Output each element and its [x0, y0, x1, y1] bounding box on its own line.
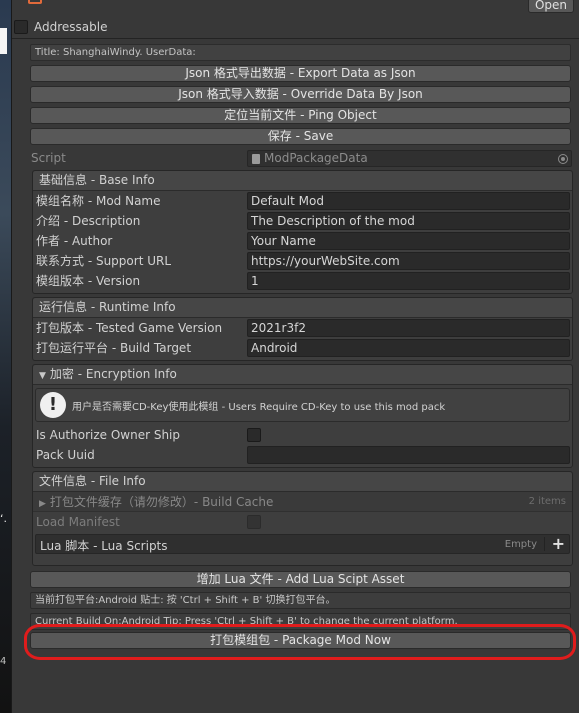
add-element-plus-icon[interactable]: + — [552, 534, 565, 553]
open-button[interactable]: Open — [528, 0, 574, 13]
encryption-info-section: ▼ 加密 - Encryption Info ! 用户是否需要CD-Key使用此模… — [32, 364, 573, 468]
addressable-checkbox[interactable] — [14, 20, 28, 34]
build-target-field[interactable]: Android — [247, 339, 570, 357]
prop-row-build-target: 打包运行平台 - Build Target Android — [33, 338, 572, 358]
build-cache-foldout[interactable]: ▶ 打包文件缓存（请勿修改）- Build Cache 2 items — [33, 492, 572, 512]
prop-row-description: 介绍 - Description The Description of the … — [33, 211, 572, 231]
script-file-icon — [252, 154, 260, 164]
prop-row-support-url: 联系方式 - Support URL https://yourWebSite.c… — [33, 251, 572, 271]
title-box: Title: ShanghaiWindy. UserData: — [30, 44, 571, 61]
scene-highlight — [0, 28, 7, 54]
build-target-label: 打包运行平台 - Build Target — [36, 341, 192, 355]
game-version-label: 打包版本 - Tested Game Version — [36, 321, 223, 335]
platform-note: 当前打包平台:Android 贴士: 按 'Ctrl + Shift + B' … — [30, 592, 571, 609]
help-text: 用户是否需要CD-Key使用此模组 - Users Require CD-Key… — [72, 402, 446, 413]
support-url-field[interactable]: https://yourWebSite.com — [247, 252, 570, 270]
runtime-info-header: 运行信息 - Runtime Info — [33, 298, 572, 318]
pack-uuid-label: Pack Uuid — [36, 448, 95, 462]
mod-name-label: 模组名称 - Mod Name — [36, 194, 161, 208]
object-picker-icon[interactable] — [558, 154, 568, 164]
lua-scripts-list[interactable]: Lua 脚本 - Lua Scripts Empty + — [35, 534, 570, 554]
script-field[interactable]: ModPackageData — [247, 150, 572, 167]
script-label: Script — [31, 151, 66, 165]
authorize-label: Is Authorize Owner Ship — [36, 428, 181, 442]
encryption-foldout[interactable]: ▼ 加密 - Encryption Info — [33, 365, 572, 385]
script-value: ModPackageData — [264, 151, 368, 165]
description-label: 介绍 - Description — [36, 214, 141, 228]
help-box: ! 用户是否需要CD-Key使用此模组 - Users Require CD-K… — [35, 388, 570, 422]
ping-object-button[interactable]: 定位当前文件 - Ping Object — [30, 107, 571, 124]
file-info-section: 文件信息 - File Info ▶ 打包文件缓存（请勿修改）- Build Ca… — [32, 471, 573, 566]
prop-row-version: 模组版本 - Version 1 — [33, 271, 572, 291]
prop-row-mod-name: 模组名称 - Mod Name Default Mod — [33, 191, 572, 211]
prop-row-game-version: 打包版本 - Tested Game Version 2021r3f2 — [33, 318, 572, 338]
build-cache-label: 打包文件缓存（请勿修改）- Build Cache — [49, 495, 274, 509]
prop-row-load-manifest: Load Manifest — [33, 512, 572, 532]
import-json-button[interactable]: Json 格式导入数据 - Override Data By Json — [30, 86, 571, 103]
base-info-header: 基础信息 - Base Info — [33, 171, 572, 191]
load-manifest-label: Load Manifest — [36, 515, 120, 529]
foldout-closed-icon: ▶ — [39, 499, 46, 509]
game-version-field[interactable]: 2021r3f2 — [247, 319, 570, 337]
prop-row-pack-uuid: Pack Uuid — [33, 445, 572, 465]
pack-uuid-field[interactable] — [247, 446, 570, 464]
support-url-label: 联系方式 - Support URL — [36, 254, 172, 268]
prop-row-authorize: Is Authorize Owner Ship — [33, 425, 572, 445]
author-label: 作者 - Author — [36, 234, 113, 248]
description-field[interactable]: The Description of the mod — [247, 212, 570, 230]
scene-mark-2: 4 — [0, 656, 7, 667]
list-separator — [544, 537, 545, 551]
addressable-label: Addressable — [34, 20, 108, 34]
base-info-section: 基础信息 - Base Info 模组名称 - Mod Name Default… — [32, 170, 573, 294]
foldout-open-icon: ▼ — [39, 371, 46, 381]
divider — [12, 38, 579, 39]
add-lua-button[interactable]: 增加 Lua 文件 - Add Lua Scipt Asset — [30, 571, 571, 588]
info-exclamation-icon: ! — [40, 392, 66, 418]
export-json-button[interactable]: Json 格式导出数据 - Export Data as Json — [30, 65, 571, 82]
file-info-header: 文件信息 - File Info — [33, 472, 572, 492]
version-field[interactable]: 1 — [247, 272, 570, 290]
authorize-checkbox[interactable] — [247, 428, 261, 442]
mod-name-field[interactable]: Default Mod — [247, 192, 570, 210]
annotation-ring — [24, 624, 576, 660]
build-cache-count: 2 items — [528, 496, 566, 507]
scene-mark: ʻ. — [0, 512, 7, 525]
prop-row-author: 作者 - Author Your Name — [33, 231, 572, 251]
runtime-info-section: 运行信息 - Runtime Info 打包版本 - Tested Game V… — [32, 297, 573, 361]
load-manifest-checkbox[interactable] — [247, 515, 261, 529]
lua-scripts-empty: Empty — [504, 539, 537, 550]
version-label: 模组版本 - Version — [36, 274, 141, 288]
addressable-row[interactable]: Addressable — [14, 18, 107, 36]
asset-icon — [28, 0, 42, 4]
scene-view-strip: ʻ. 4 — [0, 0, 12, 713]
inspector-panel: Open Addressable Title: ShanghaiWindy. U… — [12, 0, 579, 713]
empty-area — [12, 672, 579, 713]
encryption-header-label: 加密 - Encryption Info — [49, 367, 177, 381]
author-field[interactable]: Your Name — [247, 232, 570, 250]
lua-scripts-label: Lua 脚本 - Lua Scripts — [40, 539, 168, 553]
save-button[interactable]: 保存 - Save — [30, 128, 571, 145]
